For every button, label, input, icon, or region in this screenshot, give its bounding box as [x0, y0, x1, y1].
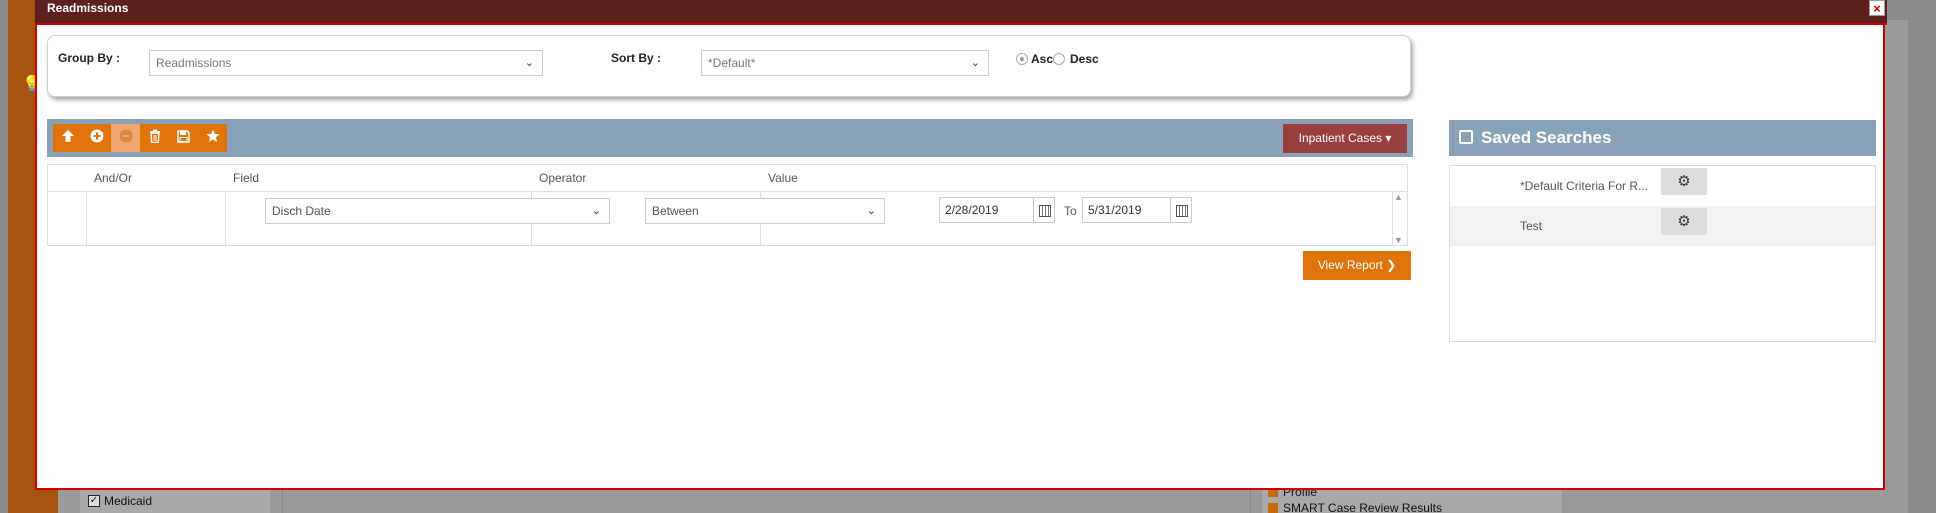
asc-label: Asc: [1031, 52, 1054, 66]
save-icon: [1459, 130, 1473, 144]
desc-radio-option[interactable]: Desc: [1053, 52, 1099, 66]
chevron-down-icon: ⌄: [970, 57, 980, 69]
operator-select[interactable]: Between ⌄: [645, 198, 885, 224]
asc-radio[interactable]: [1016, 53, 1028, 65]
group-by-label: Group By :: [58, 51, 120, 65]
asc-radio-option[interactable]: Asc: [1016, 52, 1053, 66]
group-by-select[interactable]: Readmissions ⌄: [149, 50, 543, 76]
calendar-icon[interactable]: [1170, 197, 1192, 223]
desc-label: Desc: [1070, 52, 1099, 66]
field-select[interactable]: Disch Date ⌄: [265, 198, 610, 224]
star-icon[interactable]: [198, 124, 227, 152]
gear-icon[interactable]: ⚙: [1661, 168, 1707, 195]
calendar-icon[interactable]: [1033, 197, 1055, 223]
background-checkbox-label: Medicaid: [104, 493, 153, 508]
scroll-up-icon[interactable]: ▲: [1394, 192, 1403, 202]
sort-by-value: *Default*: [708, 56, 756, 70]
column-header-operator: Operator: [539, 171, 587, 185]
grid-scrollbar[interactable]: ▲ ▼: [1391, 192, 1407, 245]
save-icon[interactable]: [169, 124, 198, 152]
close-icon[interactable]: ×: [1869, 0, 1885, 16]
criteria-toolbar: Inpatient Cases ▾: [47, 119, 1413, 157]
column-header-value: Value: [768, 171, 798, 185]
sort-by-label: Sort By :: [611, 51, 662, 65]
inpatient-cases-dropdown[interactable]: Inpatient Cases ▾: [1283, 124, 1407, 153]
value-from-input[interactable]: 2/28/2019: [939, 197, 1043, 223]
view-report-button[interactable]: View Report ❯: [1303, 251, 1411, 280]
value-to-input[interactable]: 5/31/2019: [1082, 197, 1180, 223]
saved-search-item[interactable]: *Default Criteria For R... ⚙: [1450, 166, 1875, 206]
trash-icon[interactable]: [140, 124, 169, 152]
desc-radio[interactable]: [1053, 53, 1065, 65]
criteria-grid-header: And/Or Field Operator Value: [48, 165, 1407, 192]
saved-search-name[interactable]: *Default Criteria For R...: [1520, 166, 1660, 206]
column-header-and-or: And/Or: [94, 171, 133, 185]
chevron-down-icon: ⌄: [524, 57, 534, 69]
criteria-row: Disch Date ⌄ Between ⌄ 2/28/2019 To 5/31…: [48, 192, 1407, 233]
chevron-down-icon: ⌄: [866, 205, 876, 217]
scroll-down-icon[interactable]: ▼: [1394, 235, 1403, 245]
chevron-down-icon: ⌄: [591, 205, 601, 217]
criteria-tool-group: [53, 124, 227, 152]
saved-searches-title: Saved Searches: [1481, 128, 1612, 147]
to-label: To: [1064, 204, 1077, 218]
modal-titlebar: Readmissions ×: [35, 0, 1887, 25]
background-link-label: SMART Case Review Results: [1283, 501, 1442, 513]
column-header-field: Field: [233, 171, 260, 185]
background-link: SMART Case Review Results: [1262, 500, 1562, 513]
modal-title: Readmissions: [47, 1, 129, 15]
group-by-value: Readmissions: [156, 56, 232, 70]
background-checkbox-row: ✓ Medicaid: [80, 488, 270, 513]
saved-search-item[interactable]: Test ⚙: [1450, 206, 1875, 246]
plus-circle-icon[interactable]: [82, 124, 111, 152]
sort-by-select[interactable]: *Default* ⌄: [701, 50, 989, 76]
gear-icon[interactable]: ⚙: [1661, 208, 1707, 235]
report-options-box: Group By : Readmissions ⌄ Sort By : *Def…: [47, 35, 1411, 97]
saved-searches-header: Saved Searches: [1449, 120, 1876, 156]
field-value: Disch Date: [272, 204, 331, 218]
report-icon: [1268, 503, 1278, 513]
checkbox-checked-icon: ✓: [88, 494, 100, 507]
minus-circle-icon[interactable]: [111, 124, 140, 152]
saved-search-name[interactable]: Test: [1520, 206, 1660, 246]
readmissions-modal: Readmissions × Group By : Readmissions ⌄…: [35, 0, 1887, 490]
arrow-up-icon[interactable]: [53, 124, 82, 152]
criteria-grid: And/Or Field Operator Value Disch Date ⌄…: [47, 164, 1408, 246]
operator-value: Between: [652, 204, 699, 218]
saved-searches-list: *Default Criteria For R... ⚙ Test ⚙: [1449, 165, 1876, 342]
